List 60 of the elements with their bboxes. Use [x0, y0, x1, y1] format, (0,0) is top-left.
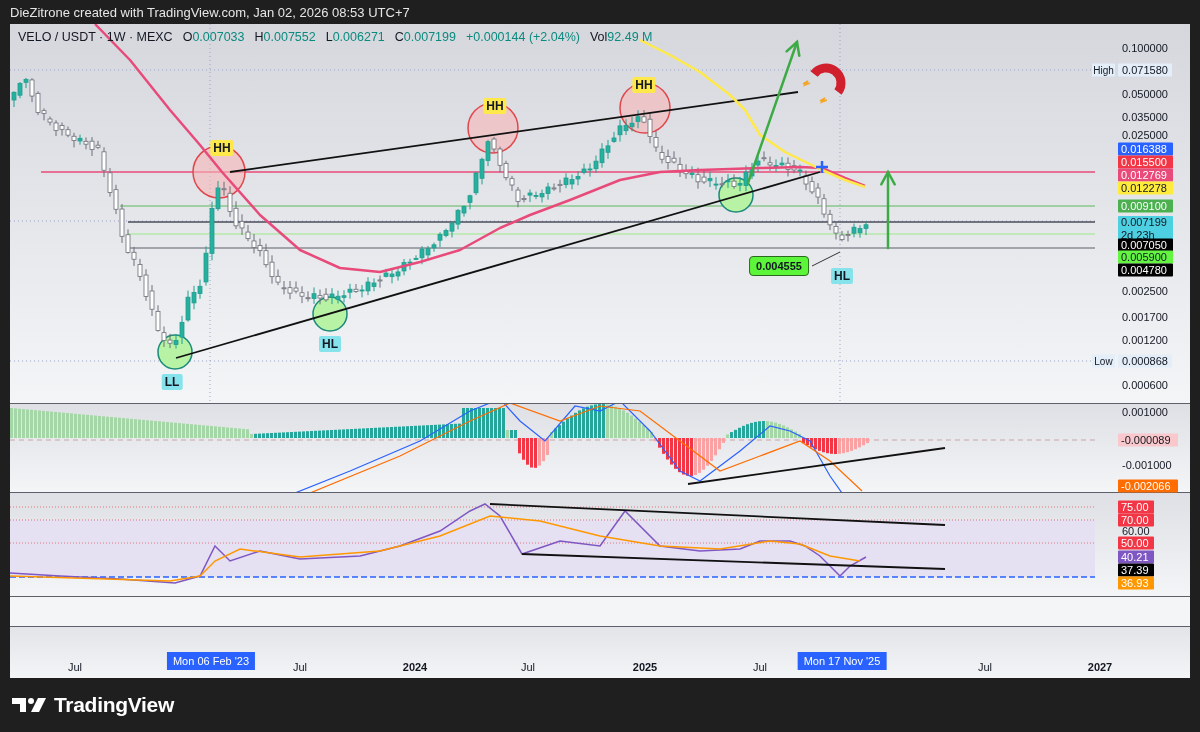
axis-label: 0.000600 — [1122, 379, 1168, 391]
axis-label: 0.035000 — [1122, 111, 1168, 123]
date-tag: Mon 17 Nov '25 — [797, 652, 887, 670]
price-tag: 0.015500 — [1118, 155, 1173, 169]
date-tag: Mon 06 Feb '23 — [166, 652, 256, 670]
time-label: Jul — [520, 661, 536, 673]
extreme-label: High — [1092, 63, 1115, 77]
price-tag: 0.005900 — [1118, 250, 1173, 264]
price-tag: 0.016388 — [1118, 142, 1173, 156]
extreme-price: 0.000868 — [1118, 354, 1172, 368]
pivot-label: HL — [831, 268, 853, 284]
axis-label: 0.001700 — [1122, 311, 1168, 323]
legend-value: Vol92.49 M — [589, 30, 653, 44]
price-tag: 0.012769 — [1118, 168, 1173, 182]
price-tag: 0.009100 — [1118, 199, 1173, 213]
price-tag: 40.21 — [1118, 550, 1154, 564]
time-label: Jul — [752, 661, 768, 673]
pivot-label: LL — [161, 374, 183, 390]
axis-label: 0.100000 — [1122, 42, 1168, 54]
attribution-text: DieZitrone created with TradingView.com, Jan 02, 2026 08:53 UTC+7 — [10, 4, 410, 20]
legend-value: H0.007552 — [254, 30, 316, 44]
price-tag: 75.00 — [1118, 500, 1154, 514]
time-label: Jul — [67, 661, 83, 673]
legend-value: C0.007199 — [394, 30, 456, 44]
extreme-price: 0.071580 — [1118, 63, 1172, 77]
price-tag: 50.00 — [1118, 536, 1154, 550]
axis-label: -0.001000 — [1122, 459, 1172, 471]
axis-label: 0.002500 — [1122, 285, 1168, 297]
axis-label: 60.00 — [1122, 525, 1150, 537]
price-tag: -0.000089 — [1118, 433, 1178, 447]
magnet-icon — [802, 63, 846, 104]
symbol-title: VELO / USDT · 1W · MEXC — [18, 30, 173, 44]
pivot-label: HH — [632, 77, 656, 93]
brand-name: TradingView — [54, 693, 174, 717]
pivot-label: HH — [210, 140, 234, 156]
price-tag: 0.012278 — [1118, 181, 1173, 195]
price-callout: 0.004555 — [749, 256, 809, 276]
time-label: 2025 — [632, 661, 658, 673]
time-label: Jul — [977, 661, 993, 673]
price-tag: 70.00 — [1118, 513, 1154, 527]
price-tag: 36.93 — [1118, 576, 1154, 590]
plus-icon — [816, 161, 828, 173]
time-label: 2024 — [402, 661, 428, 673]
legend-change: +0.000144 (+2.04%) — [465, 30, 580, 44]
axis-label: 0.025000 — [1122, 129, 1168, 141]
pivot-label: HH — [483, 98, 507, 114]
time-label: 2027 — [1087, 661, 1113, 673]
logo-icon — [12, 696, 48, 714]
pivot-label: HL — [319, 336, 341, 352]
extreme-label: Low — [1092, 354, 1115, 368]
price-tag: 0.004780 — [1118, 263, 1173, 277]
axis-label: 0.001200 — [1122, 334, 1168, 346]
time-label: Jul — [292, 661, 308, 673]
price-tag: 37.39 — [1118, 563, 1154, 577]
axis-label: 0.050000 — [1122, 88, 1168, 100]
legend-value: L0.006271 — [325, 30, 385, 44]
leader-line — [811, 251, 841, 267]
legend-value: O0.007033 — [182, 30, 245, 44]
price-tag: -0.002066 — [1118, 479, 1178, 493]
axis-label: 0.001000 — [1122, 406, 1168, 418]
